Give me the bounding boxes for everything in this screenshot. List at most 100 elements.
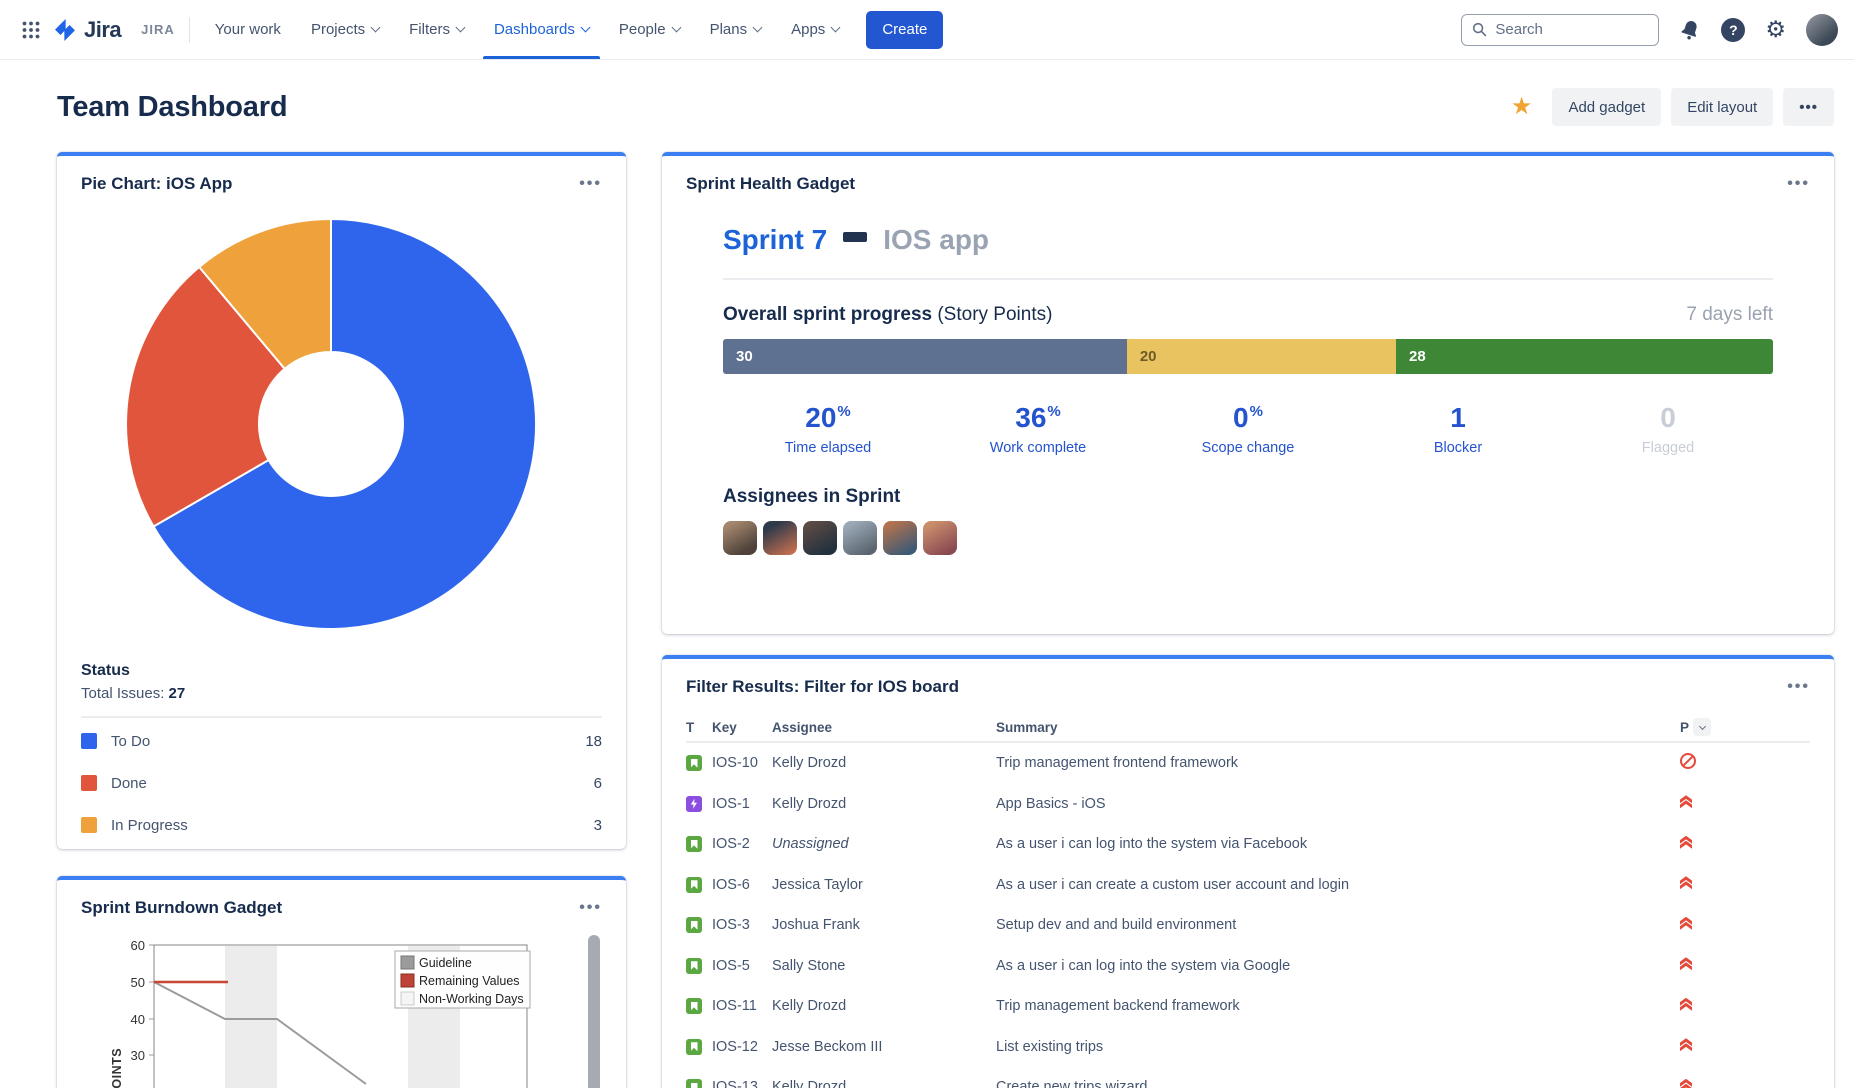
avatar[interactable] [883, 521, 917, 555]
gadget-more-button[interactable]: ••• [579, 899, 602, 917]
stat-blocker[interactable]: 1 Blocker [1353, 402, 1563, 456]
issue-key[interactable]: IOS-11 [712, 998, 772, 1014]
issue-summary[interactable]: Setup dev and and build environment [996, 917, 1680, 933]
nav-projects[interactable]: Projects [296, 0, 394, 59]
issue-type-icon [686, 1079, 702, 1088]
issue-summary[interactable]: App Basics - iOS [996, 796, 1680, 812]
legend-item-inprogress[interactable]: In Progress 3 [81, 804, 602, 846]
add-gadget-button[interactable]: Add gadget [1552, 88, 1661, 126]
issue-key[interactable]: IOS-10 [712, 755, 772, 771]
avatar[interactable] [923, 521, 957, 555]
sprint-progress-bar[interactable]: 30 20 28 [723, 339, 1773, 374]
table-row[interactable]: IOS-2 Unassigned As a user i can log int… [686, 824, 1810, 865]
help-button[interactable]: ? [1721, 18, 1745, 42]
issue-key[interactable]: IOS-2 [712, 836, 772, 852]
nav-plans[interactable]: Plans [695, 0, 777, 59]
table-row[interactable]: IOS-1 Kelly Drozd App Basics - iOS [686, 784, 1810, 825]
chevron-down-icon [671, 23, 681, 33]
issue-key[interactable]: IOS-12 [712, 1039, 772, 1055]
total-issues-value: 27 [169, 685, 186, 702]
nav-apps[interactable]: Apps [776, 0, 854, 59]
col-priority: P [1680, 718, 1810, 736]
table-row[interactable]: IOS-6 Jessica Taylor As a user i can cre… [686, 865, 1810, 906]
avatar[interactable] [843, 521, 877, 555]
gadget-more-button[interactable]: ••• [1787, 678, 1810, 696]
sprint-health-gadget: Sprint Health Gadget ••• Sprint 7 IOS ap… [662, 152, 1834, 634]
jira-logo[interactable]: Jira [52, 17, 121, 43]
issue-assignee: Unassigned [772, 836, 996, 852]
issue-assignee: Kelly Drozd [772, 998, 996, 1014]
top-navigation: Jira JIRA Your work Projects Filters Das… [0, 0, 1854, 60]
divider [81, 716, 602, 718]
table-row[interactable]: IOS-11 Kelly Drozd Trip management backe… [686, 986, 1810, 1027]
edit-layout-button[interactable]: Edit layout [1671, 88, 1773, 126]
avatar[interactable] [803, 521, 837, 555]
col-type: T [686, 720, 712, 735]
stat-flagged[interactable]: 0 Flagged [1563, 402, 1773, 456]
legend-item-done[interactable]: Done 6 [81, 762, 602, 804]
svg-text:Guideline: Guideline [419, 956, 472, 970]
nav-your-work[interactable]: Your work [200, 0, 296, 59]
sprint-name-link[interactable]: Sprint 7 [723, 224, 827, 256]
nav-filters[interactable]: Filters [394, 0, 479, 59]
chevron-down-icon [753, 23, 763, 33]
issue-assignee: Jesse Beckom III [772, 1039, 996, 1055]
issue-key[interactable]: IOS-1 [712, 796, 772, 812]
issue-type-icon [686, 796, 702, 812]
chevron-down-icon [831, 23, 841, 33]
avatar[interactable] [763, 521, 797, 555]
nav-people[interactable]: People [604, 0, 695, 59]
issue-type-icon [686, 877, 702, 893]
issue-summary[interactable]: Create new trips wizard [996, 1079, 1680, 1088]
stat-work-complete[interactable]: 36% Work complete [933, 402, 1143, 456]
status-donut-chart[interactable] [111, 204, 551, 644]
bar-segment-inprogress[interactable]: 20 [1127, 339, 1396, 374]
search-input[interactable] [1495, 21, 1635, 38]
gadget-more-button[interactable]: ••• [1787, 175, 1810, 193]
stat-scope-change[interactable]: 0% Scope change [1143, 402, 1353, 456]
legend-item-todo[interactable]: To Do 18 [81, 720, 602, 762]
table-row[interactable]: IOS-13 Kelly Drozd Create new trips wiza… [686, 1067, 1810, 1088]
issue-summary[interactable]: As a user i can log into the system via … [996, 958, 1680, 974]
issue-summary[interactable]: Trip management backend framework [996, 998, 1680, 1014]
grid-icon [22, 21, 40, 39]
y-tick: 60 [131, 938, 145, 953]
issue-key[interactable]: IOS-13 [712, 1079, 772, 1088]
bar-segment-todo[interactable]: 30 [723, 339, 1127, 374]
issue-summary[interactable]: As a user i can create a custom user acc… [996, 877, 1680, 893]
favorite-star-icon[interactable]: ★ [1511, 95, 1533, 119]
table-row[interactable]: IOS-10 Kelly Drozd Trip management front… [686, 743, 1810, 784]
table-row[interactable]: IOS-3 Joshua Frank Setup dev and and bui… [686, 905, 1810, 946]
gadget-title: Sprint Burndown Gadget [81, 898, 282, 918]
issue-key[interactable]: IOS-3 [712, 917, 772, 933]
guideline-swatch [401, 956, 414, 969]
col-summary: Summary [996, 720, 1680, 735]
avatar[interactable] [723, 521, 757, 555]
jira-wordmark: Jira [84, 17, 121, 43]
stat-time-elapsed[interactable]: 20% Time elapsed [723, 402, 933, 456]
issue-summary[interactable]: List existing trips [996, 1039, 1680, 1055]
notifications-button[interactable] [1679, 19, 1701, 41]
nav-dashboards[interactable]: Dashboards [479, 0, 604, 59]
issue-key[interactable]: IOS-6 [712, 877, 772, 893]
user-avatar[interactable] [1806, 14, 1838, 46]
issue-type-icon [686, 917, 702, 933]
priority-sort-button[interactable] [1693, 718, 1711, 736]
create-button[interactable]: Create [866, 11, 943, 49]
y-axis-label: STORY POINTS [110, 1048, 124, 1088]
gadget-more-button[interactable]: ••• [579, 175, 602, 193]
table-row[interactable]: IOS-5 Sally Stone As a user i can log in… [686, 946, 1810, 987]
issue-key[interactable]: IOS-5 [712, 958, 772, 974]
issue-summary[interactable]: As a user i can log into the system via … [996, 836, 1680, 852]
table-row[interactable]: IOS-12 Jesse Beckom III List existing tr… [686, 1027, 1810, 1068]
issue-summary[interactable]: Trip management frontend framework [996, 755, 1680, 771]
bar-segment-done[interactable]: 28 [1396, 339, 1773, 374]
settings-button[interactable]: ⚙ [1765, 18, 1786, 41]
priority-icon [1680, 998, 1692, 1011]
chevron-down-icon [1698, 722, 1705, 729]
search-box[interactable] [1461, 14, 1659, 46]
dashboard-more-button[interactable]: ••• [1783, 88, 1834, 126]
priority-icon [1680, 795, 1692, 808]
gadget-scrollbar[interactable] [588, 935, 600, 1088]
app-switcher-icon[interactable] [14, 13, 48, 47]
